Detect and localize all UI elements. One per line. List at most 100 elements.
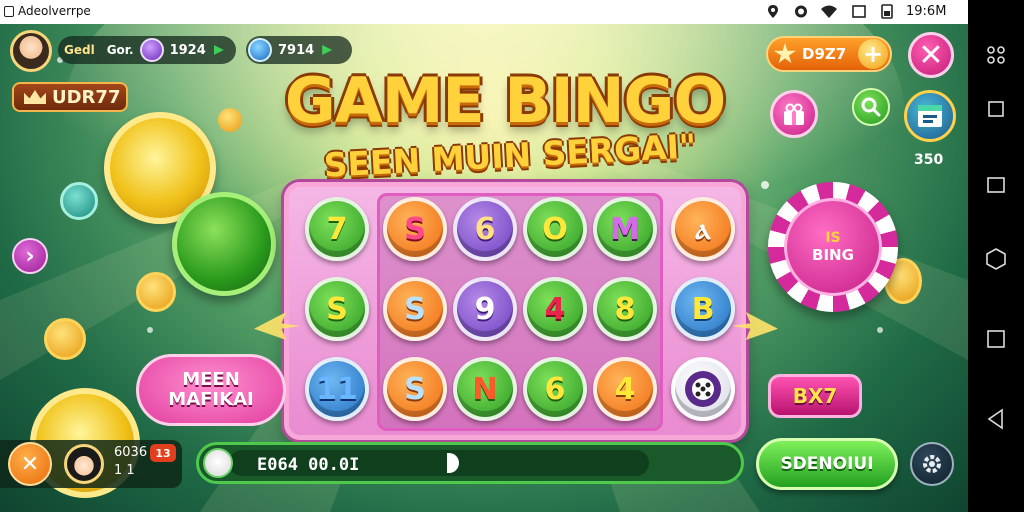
- ball-label: 7: [326, 211, 348, 247]
- ball-label: S: [404, 291, 426, 327]
- ball-label: S: [404, 211, 426, 247]
- menu-line-2: MAFIKAI: [168, 389, 254, 410]
- ball-label: B: [691, 291, 715, 327]
- dice-icon: [685, 371, 721, 407]
- sync-icon: [795, 5, 807, 18]
- ball-label: 4: [614, 371, 636, 407]
- bingo-ball[interactable]: M: [593, 197, 657, 261]
- opponent-avatar[interactable]: [64, 444, 104, 484]
- green-chip: [172, 192, 276, 296]
- settings-button[interactable]: [910, 442, 954, 486]
- ball-label: O: [542, 211, 568, 247]
- bingo-ball[interactable]: 4: [523, 277, 587, 341]
- bingo-ball[interactable]: B: [671, 277, 735, 341]
- player-stats: 6036 1 1: [114, 444, 147, 480]
- dice-ball[interactable]: [671, 357, 735, 421]
- ball-label: 8: [614, 291, 636, 327]
- bingo-ball[interactable]: O: [523, 197, 587, 261]
- ball-label: M: [610, 211, 640, 247]
- overview-icon[interactable]: [985, 328, 1007, 350]
- hud-label-a: Gedl: [64, 43, 95, 57]
- bingo-ball[interactable]: 6: [523, 357, 587, 421]
- menu-bubble-button[interactable]: MEEN MAFIKAI: [136, 354, 286, 426]
- player-tag[interactable]: UDR77: [12, 82, 128, 112]
- search-button[interactable]: [852, 88, 890, 126]
- home-icon[interactable]: [985, 248, 1007, 270]
- recents-icon[interactable]: [985, 174, 1007, 196]
- bingo-ball[interactable]: S: [305, 277, 369, 341]
- shop-button[interactable]: [904, 90, 956, 142]
- status-bar: Adeolverrpe 19:6M: [0, 0, 968, 24]
- chevron-right-icon[interactable]: ›: [12, 238, 48, 274]
- bingo-ball[interactable]: 4: [593, 357, 657, 421]
- bingo-ball[interactable]: S: [383, 357, 447, 421]
- gold-coin-small: [136, 272, 176, 312]
- game-title: GAME BINGO: [284, 64, 726, 137]
- bingo-ball[interactable]: 6: [453, 197, 517, 261]
- ball-label: 6: [544, 371, 566, 407]
- bingo-ball[interactable]: S: [383, 277, 447, 341]
- ball-label: S: [404, 371, 426, 407]
- progress-bar: E064 00.0I: [196, 442, 744, 484]
- bingo-ball[interactable]: N: [453, 357, 517, 421]
- ball-label: 4: [544, 291, 566, 327]
- assistant-icon[interactable]: [985, 44, 1007, 66]
- stats-bottom: 1 1: [114, 463, 135, 478]
- screen-icon: [852, 5, 866, 18]
- hud-value-b: 7914: [278, 42, 315, 58]
- bingo-ball[interactable]: ⲁ: [671, 197, 735, 261]
- player-tag-label: UDR77: [52, 86, 121, 108]
- gift-icon: [784, 103, 804, 125]
- hud-value-a: 1924: [169, 42, 206, 58]
- start-button[interactable]: SDENOIUI: [756, 438, 898, 490]
- player-avatar[interactable]: [10, 30, 52, 72]
- status-app-name: Adeolverrpe: [18, 4, 91, 18]
- wifi-icon: [821, 5, 837, 18]
- purple-gem-icon: [139, 38, 164, 62]
- shop-icon: [918, 105, 942, 127]
- currency-bar: Gedl Gor. 1924: [58, 36, 236, 64]
- gold-coin-small: [218, 108, 242, 132]
- bingo-ball[interactable]: S: [383, 197, 447, 261]
- hud-label-b: Gor.: [106, 43, 134, 57]
- bx7-button[interactable]: BX7: [768, 374, 862, 418]
- mascot-icon: [203, 448, 233, 478]
- gold-coin-small: [44, 318, 86, 360]
- location-icon: [768, 5, 778, 18]
- swords-icon[interactable]: ✕: [8, 442, 52, 486]
- rotate-icon[interactable]: [985, 98, 1007, 120]
- close-button[interactable]: ✕: [908, 32, 954, 78]
- bingo-chip-top: IS: [825, 230, 841, 246]
- blue-gem-icon: [248, 38, 272, 62]
- menu-line-1: MEEN: [182, 369, 240, 390]
- gift-button[interactable]: [770, 90, 818, 138]
- sun-coin-icon: [774, 43, 796, 64]
- game-screen: Adeolverrpe 19:6M Gedl Gor. 1924 7914 UD…: [0, 0, 968, 512]
- hud-arrow-icon: [322, 45, 333, 55]
- notification-badge: 13: [150, 444, 176, 462]
- bingo-ball[interactable]: 11: [305, 357, 369, 421]
- bingo-ball[interactable]: 8: [593, 277, 657, 341]
- back-icon[interactable]: [985, 408, 1007, 430]
- search-icon: [861, 97, 881, 117]
- crown-icon: [24, 90, 46, 104]
- bingo-ball[interactable]: 9: [453, 277, 517, 341]
- add-coins-button[interactable]: +: [858, 39, 888, 69]
- status-clock: 19:6M: [906, 4, 947, 19]
- teal-coin: [60, 182, 98, 220]
- level-value: 350: [914, 152, 944, 168]
- bingo-chip-label: BING: [812, 246, 854, 264]
- bingo-chip-button[interactable]: IS BING: [768, 182, 898, 312]
- coin-balance[interactable]: D9Z7 +: [766, 36, 892, 72]
- hud-arrow-icon: [213, 45, 224, 55]
- ball-label: S: [326, 291, 348, 327]
- ball-label: ⲁ: [695, 211, 711, 247]
- bingo-ball[interactable]: 7: [305, 197, 369, 261]
- progress-text: E064 00.0I: [257, 455, 360, 475]
- battery-icon: [881, 4, 893, 19]
- coin-balance-value: D9Z7: [802, 45, 847, 63]
- ball-label: N: [472, 371, 498, 407]
- ball-label: 9: [474, 291, 496, 327]
- app-icon: [4, 6, 14, 17]
- ball-label: 6: [474, 211, 496, 247]
